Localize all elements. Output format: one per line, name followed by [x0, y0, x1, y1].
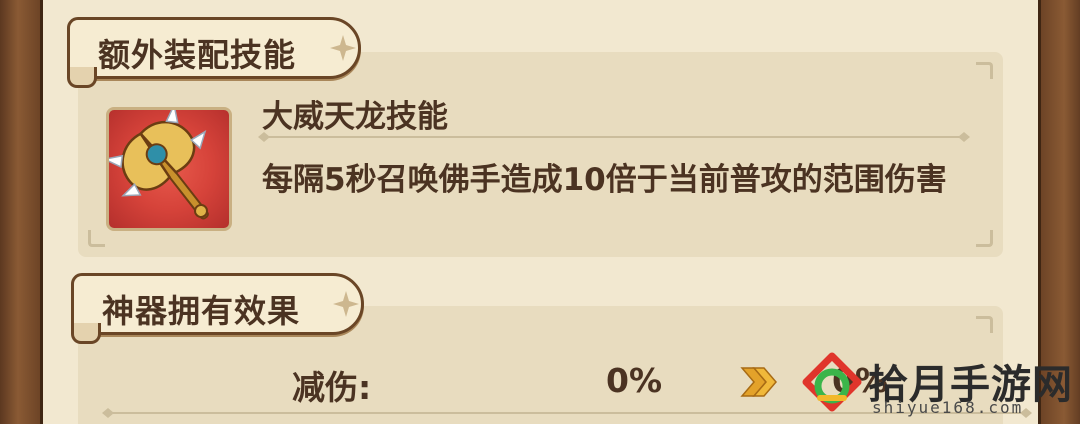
golden-axe-weapon-icon: [109, 110, 209, 220]
watermark-url: shiyue168.com: [872, 398, 1024, 417]
scroll-curl: [71, 323, 101, 344]
corner-ornament: [88, 230, 105, 247]
section-header-extra-skill: 额外装配技能: [67, 17, 361, 88]
watermark-logo-icon: [802, 352, 862, 412]
sparkle-icon: [330, 35, 356, 61]
skill-icon[interactable]: [106, 107, 232, 231]
skill-description: 每隔5秒召唤佛手造成10倍于当前普攻的范围伤害: [262, 162, 947, 198]
section-title: 额外装配技能: [98, 36, 297, 74]
sparkle-icon: [333, 291, 359, 317]
double-chevron-right-icon: [740, 367, 777, 397]
corner-ornament: [976, 230, 993, 247]
stat-label-damage-reduction: 减伤:: [292, 368, 372, 407]
wood-frame-left: [0, 0, 43, 424]
scroll-curl: [67, 67, 97, 88]
section-header-artifact-effect: 神器拥有效果: [71, 273, 364, 344]
corner-ornament: [976, 316, 993, 333]
corner-ornament: [976, 62, 993, 79]
stat-current-value: 0%: [606, 361, 663, 400]
ornamental-divider: [258, 132, 970, 142]
section-title: 神器拥有效果: [102, 292, 301, 330]
